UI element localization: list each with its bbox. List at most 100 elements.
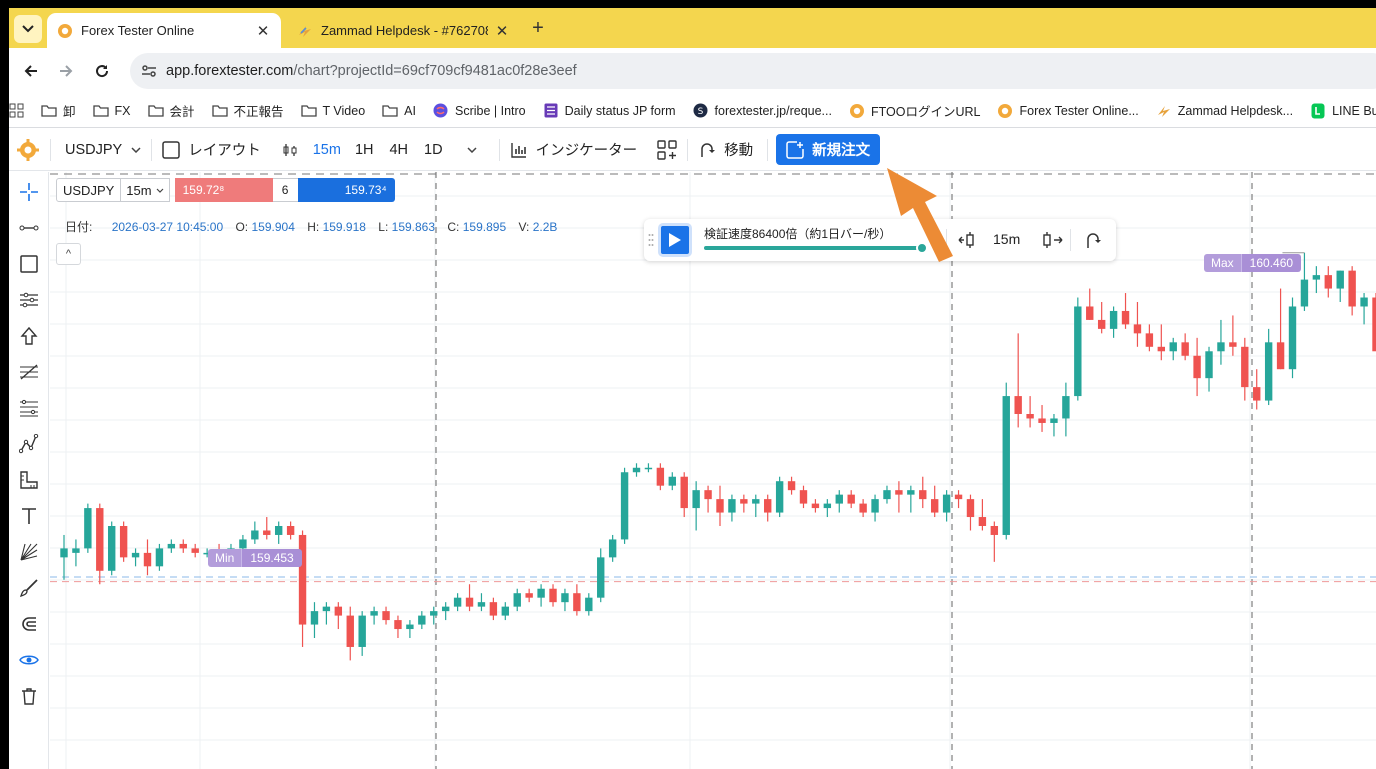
bookmark-link[interactable]: Sforextester.jp/reque...	[693, 103, 832, 119]
timeframe-1d[interactable]: 1D	[424, 142, 443, 158]
delete-drawings-tool[interactable]	[17, 684, 41, 708]
bookmark-link[interactable]: Zammad Helpdesk...	[1156, 103, 1293, 119]
bookmark-label: AI	[404, 103, 416, 118]
bookmark-link[interactable]: LINE Business	[1310, 103, 1376, 119]
candle-bearish	[1097, 319, 1106, 329]
back-button[interactable]	[18, 58, 44, 84]
chart-area[interactable]: USDJPY 15m 159.72⁸ 6 159.73⁴ 日付: 2026-03…	[50, 172, 1376, 769]
volume-value: 2.2B	[532, 220, 558, 234]
collapse-legend-button[interactable]: ^	[56, 243, 81, 265]
candle-bearish	[1133, 324, 1142, 334]
timeframe-1h[interactable]: 1H	[355, 142, 374, 158]
layout-button[interactable]: レイアウト	[162, 139, 261, 160]
playback-timeframe[interactable]: 15m	[993, 231, 1020, 247]
spread-value: 6	[272, 178, 298, 202]
pitchfork-tool[interactable]	[17, 396, 41, 420]
tab-zammad[interactable]: Zammad Helpdesk - #76270840 ✕	[287, 13, 520, 48]
tab-forex-tester[interactable]: Forex Tester Online ✕	[47, 13, 281, 48]
candle-bullish	[418, 615, 426, 625]
gann-fan-tool[interactable]	[17, 540, 41, 564]
ruler-tool[interactable]	[17, 468, 41, 492]
candle-bullish	[477, 602, 486, 607]
apps-button[interactable]	[9, 103, 24, 118]
url-host: app.forextester.com	[166, 63, 294, 79]
bookmark-folder[interactable]: 不正報告	[211, 101, 284, 120]
candle-bearish	[334, 606, 343, 616]
bookmark-folder[interactable]: AI	[382, 103, 416, 119]
bookmark-folder[interactable]: T Video	[300, 103, 365, 119]
fib-retracement-tool[interactable]	[17, 360, 41, 384]
text-tool[interactable]	[17, 504, 41, 528]
candle-bullish	[597, 557, 605, 598]
new-order-button[interactable]: 新規注文	[776, 134, 881, 165]
horizontal-lines-tool[interactable]	[17, 288, 41, 312]
candle-bullish	[823, 503, 832, 509]
bookmark-link[interactable]: Forex Tester Online...	[997, 103, 1139, 119]
playback-divider	[1070, 229, 1071, 251]
bookmark-folder[interactable]: 会計	[147, 101, 195, 120]
play-button[interactable]	[658, 223, 692, 257]
min-label: Min	[208, 549, 242, 567]
drag-handle-icon[interactable]	[648, 233, 654, 247]
visibility-tool[interactable]	[17, 648, 41, 672]
candle-bearish	[680, 476, 688, 509]
bookmark-link[interactable]: FTOOログインURL	[849, 101, 981, 120]
candle-bearish	[525, 593, 533, 598]
candle-bullish	[1062, 396, 1070, 419]
candle-bullish	[72, 548, 80, 553]
symbol-selector[interactable]: USDJPY	[65, 142, 141, 158]
candle-bearish	[489, 602, 498, 616]
candle-bullish	[608, 539, 617, 558]
tab-search-button[interactable]	[14, 15, 42, 43]
tab-title: Zammad Helpdesk - #76270840	[321, 23, 488, 38]
candle-bullish	[942, 494, 951, 513]
magnet-tool[interactable]	[17, 612, 41, 636]
bookmark-folder[interactable]: 卸	[41, 101, 76, 120]
candlestick-chart[interactable]	[50, 172, 1376, 769]
reload-button[interactable]	[89, 58, 115, 84]
candle-bearish	[1253, 387, 1261, 401]
max-value: 160.460	[1240, 254, 1302, 272]
crosshair-tool[interactable]	[17, 180, 41, 204]
horizontal-lines-icon	[20, 292, 38, 308]
address-bar[interactable]: app.forextester.com/chart?projectId=69cf…	[130, 53, 1376, 89]
close-tab-icon[interactable]: ✕	[255, 22, 271, 40]
sell-price-button[interactable]: 159.72⁸	[174, 178, 273, 202]
arrow-right-icon	[60, 65, 73, 77]
chevron-down-icon	[156, 188, 164, 193]
close-tab-icon[interactable]: ✕	[494, 22, 510, 40]
site-settings-icon[interactable]	[141, 63, 157, 79]
arrow-tool[interactable]	[17, 324, 41, 348]
pattern-tool[interactable]	[17, 432, 41, 456]
timeframe-more-button[interactable]	[467, 146, 477, 153]
chart-timeframe-selector[interactable]: 15m	[121, 178, 170, 202]
bookmarks-bar: 卸 FX 会計 不正報告 T Video AI Scribe | Intro D…	[9, 94, 1376, 128]
low-value: 159.863	[391, 220, 436, 234]
trendline-tool[interactable]	[17, 216, 41, 240]
timeframe-15m[interactable]: 15m	[313, 142, 341, 158]
min-value: 159.453	[241, 549, 302, 567]
chart-type-icon[interactable]	[281, 141, 299, 159]
candle-bullish	[1205, 351, 1213, 379]
timeframe-4h[interactable]: 4H	[389, 142, 408, 158]
new-tab-button[interactable]: +	[527, 17, 549, 39]
bookmark-label: FTOOログインURL	[870, 105, 981, 119]
step-forward-icon[interactable]	[1042, 231, 1064, 249]
move-button[interactable]: 移動	[698, 139, 753, 160]
magnet-move-icon[interactable]	[1084, 231, 1104, 249]
forward-button[interactable]	[53, 58, 79, 84]
rectangle-tool[interactable]	[17, 252, 41, 276]
buy-price-button[interactable]: 159.73⁴	[297, 178, 395, 202]
templates-button[interactable]	[657, 139, 677, 160]
bookmark-link[interactable]: Daily status JP form	[543, 103, 676, 119]
step-back-icon[interactable]	[958, 231, 980, 249]
folder-icon	[382, 103, 398, 119]
bookmark-folder[interactable]: FX	[92, 103, 131, 119]
new-order-label: 新規注文	[812, 143, 871, 159]
bookmark-link[interactable]: Scribe | Intro	[433, 103, 526, 119]
brush-tool[interactable]	[17, 576, 41, 600]
app-toolbar: USDJPY レイアウト 15m 1H 4H 1D インジケーター 移動 新規注…	[9, 129, 1376, 171]
scribe-icon	[433, 103, 449, 119]
indicators-button[interactable]: インジケーター	[510, 139, 637, 160]
move-label: 移動	[724, 143, 754, 159]
